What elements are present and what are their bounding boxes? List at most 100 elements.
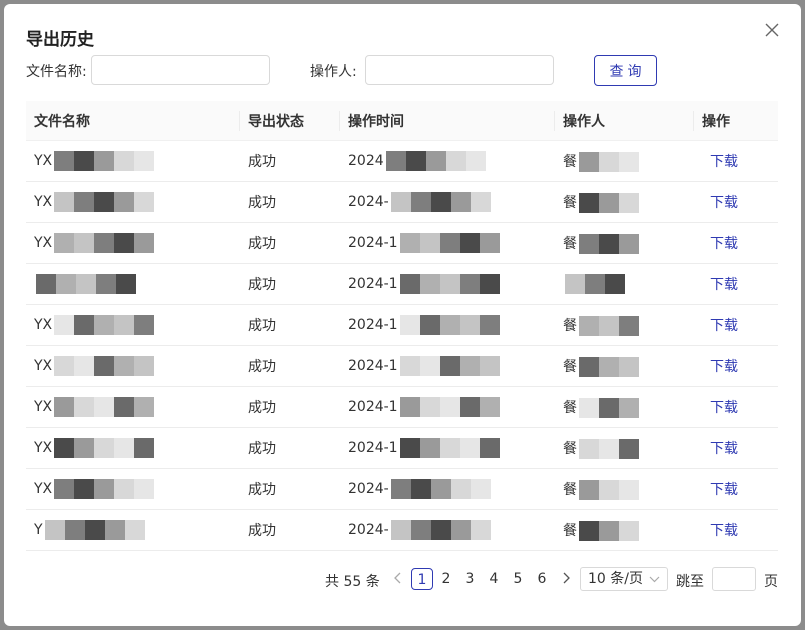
download-link[interactable]: 下载 [702, 482, 738, 498]
operation-time-cell-text: 2024-1 [348, 317, 398, 333]
table-row: YX 成功 2024-1 餐 下载 [26, 345, 778, 387]
operation-time-cell-text: 2024- [348, 481, 389, 497]
chevron-right-icon [563, 572, 570, 584]
download-link[interactable]: 下载 [702, 154, 738, 170]
export-history-table: 文件名称 导出状态 操作时间 操作人 操作 YX 成功 2024 餐下载 YX 成功 202… [26, 101, 778, 551]
download-link[interactable]: 下载 [702, 359, 738, 375]
page-5-button[interactable]: 5 [507, 568, 529, 590]
redacted-mosaic [54, 151, 155, 171]
redacted-mosaic [44, 520, 145, 540]
redacted-mosaic [385, 151, 486, 171]
file-name-cell [26, 263, 240, 305]
redacted-mosaic [579, 479, 639, 500]
close-button[interactable] [763, 21, 781, 39]
file-name-cell: YX [26, 386, 240, 428]
redacted-mosaic [54, 192, 155, 212]
redacted-mosaic [399, 438, 500, 458]
download-link[interactable]: 下载 [702, 441, 738, 457]
action-cell: 下载 [694, 345, 778, 387]
redacted-mosaic [579, 315, 639, 336]
operator-cell: 餐 [555, 509, 694, 551]
export-status-cell: 成功 [240, 386, 340, 428]
operator-input[interactable] [365, 55, 554, 85]
export-status-cell-text: 成功 [248, 154, 276, 170]
chevron-down-icon [649, 568, 660, 598]
export-status-cell-text: 成功 [248, 359, 276, 375]
redacted-mosaic [54, 233, 155, 253]
file-name-cell-text: YX [34, 153, 53, 169]
download-link[interactable]: 下载 [702, 195, 738, 211]
redacted-mosaic [579, 151, 639, 172]
page-6-button[interactable]: 6 [531, 568, 553, 590]
redacted-mosaic [54, 438, 155, 458]
operator-cell-text: 餐 [563, 481, 577, 498]
page-size-select[interactable]: 10 条/页 [580, 567, 668, 591]
export-status-cell: 成功 [240, 181, 340, 223]
action-cell: 下载 [694, 509, 778, 551]
file-name-cell: YX [26, 140, 240, 182]
column-header-operator: 操作人 [555, 101, 694, 141]
operation-time-cell: 2024 [340, 140, 555, 182]
operation-time-cell-text: 2024- [348, 194, 389, 210]
operator-cell: 餐 [555, 468, 694, 510]
export-status-cell-text: 成功 [248, 441, 276, 457]
operator-cell-text: 餐 [563, 317, 577, 334]
page-1-button[interactable]: 1 [411, 568, 433, 590]
operation-time-cell-text: 2024-1 [348, 276, 398, 292]
download-link[interactable]: 下载 [702, 236, 738, 252]
file-name-cell-text: YX [34, 358, 53, 374]
file-name-cell: YX [26, 427, 240, 469]
redacted-mosaic [54, 356, 155, 376]
file-name-cell: YX [26, 304, 240, 346]
next-page-button[interactable] [561, 571, 571, 589]
download-link[interactable]: 下载 [702, 523, 738, 539]
file-name-cell: YX [26, 345, 240, 387]
query-button[interactable]: 查询 [594, 55, 657, 86]
export-status-cell: 成功 [240, 345, 340, 387]
redacted-mosaic [399, 397, 500, 417]
download-link[interactable]: 下载 [702, 318, 738, 334]
operator-cell: 餐 [555, 181, 694, 223]
download-link[interactable]: 下载 [702, 277, 738, 293]
operator-cell-text: 餐 [563, 522, 577, 539]
redacted-mosaic [54, 315, 155, 335]
total-count: 共 55 条 [325, 574, 380, 590]
jump-to-input[interactable] [712, 567, 756, 591]
operation-time-cell-text: 2024-1 [348, 358, 398, 374]
operation-time-cell-text: 2024- [348, 522, 389, 538]
download-link[interactable]: 下载 [702, 400, 738, 416]
table-row: YX 成功 2024- 餐 下载 [26, 181, 778, 223]
operation-time-cell: 2024-1 [340, 304, 555, 346]
redacted-mosaic [399, 233, 500, 253]
operator-cell [555, 263, 694, 305]
file-name-cell: YX [26, 222, 240, 264]
file-name-cell-text: YX [34, 317, 53, 333]
dialog-title: 导出历史 [26, 30, 94, 50]
operator-cell-text: 餐 [563, 153, 577, 170]
column-header-action: 操作 [694, 101, 778, 141]
page-4-button[interactable]: 4 [483, 568, 505, 590]
table-header-row: 文件名称 导出状态 操作时间 操作人 操作 [26, 101, 778, 141]
page-3-button[interactable]: 3 [459, 568, 481, 590]
export-status-cell: 成功 [240, 509, 340, 551]
operator-cell-text: 餐 [563, 399, 577, 416]
prev-page-button[interactable] [393, 571, 403, 589]
pagination: 共 55 条 123456 10 条/页 跳至 页 [4, 567, 801, 593]
redacted-mosaic [399, 356, 500, 376]
redacted-mosaic [399, 274, 500, 294]
export-status-cell-text: 成功 [248, 236, 276, 252]
table-row: Y 成功 2024- 餐 下载 [26, 509, 778, 551]
export-status-cell: 成功 [240, 222, 340, 264]
operation-time-cell: 2024-1 [340, 222, 555, 264]
page-2-button[interactable]: 2 [435, 568, 457, 590]
operator-cell-text: 餐 [563, 358, 577, 375]
export-history-dialog: 导出历史 文件名称: 操作人: 查询 文件名称 导出状态 操作时间 操作人 操作… [4, 4, 801, 626]
column-header-export-status: 导出状态 [240, 101, 340, 141]
redacted-mosaic [579, 233, 639, 254]
file-name-input[interactable] [91, 55, 270, 85]
table-row: YX 成功 2024-1 餐 下载 [26, 222, 778, 264]
operator-cell: 餐 [555, 222, 694, 264]
operation-time-cell: 2024-1 [340, 345, 555, 387]
redacted-mosaic [399, 315, 500, 335]
operation-time-cell-text: 2024-1 [348, 440, 398, 456]
